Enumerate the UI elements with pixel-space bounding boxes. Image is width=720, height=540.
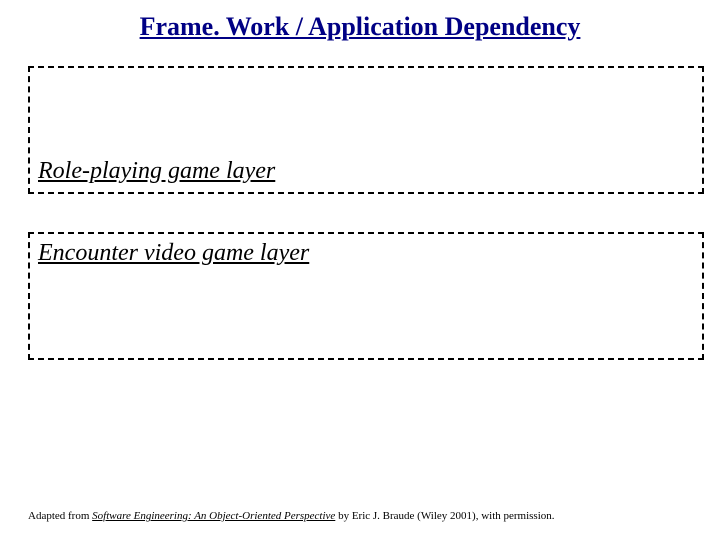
layer-label-bottom: Encounter video game layer (38, 240, 309, 267)
citation: Adapted from Software Engineering: An Ob… (28, 510, 555, 522)
citation-prefix: Adapted from (28, 510, 92, 522)
slide-title: Frame. Work / Application Dependency (0, 12, 720, 42)
citation-book-title: Software Engineering: An Object-Oriented… (92, 510, 335, 522)
layer-label-top: Role-playing game layer (38, 158, 275, 185)
citation-suffix: by Eric J. Braude (Wiley 2001), with per… (335, 510, 554, 522)
